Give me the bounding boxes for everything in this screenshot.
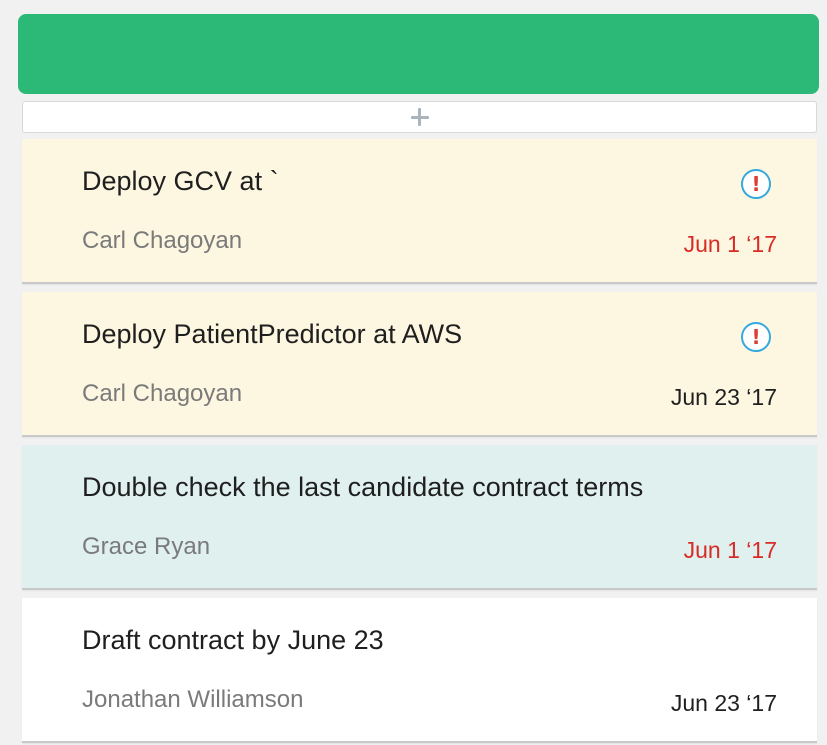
- task-card[interactable]: Deploy PatientPredictor at AWS ! Carl Ch…: [22, 292, 817, 437]
- task-due-date: Jun 1 ‘17: [683, 231, 777, 257]
- task-title: Deploy GCV at `: [82, 166, 279, 196]
- task-assignee: Carl Chagoyan: [82, 227, 243, 254]
- task-due-date: Jun 23 ‘17: [670, 384, 777, 410]
- task-title: Deploy PatientPredictor at AWS: [82, 319, 463, 349]
- add-task-button[interactable]: [22, 101, 817, 133]
- alert-icon: !: [741, 322, 771, 352]
- task-title: Draft contract by June 23: [82, 625, 384, 655]
- plus-icon: [410, 108, 429, 126]
- task-due-date: Jun 23 ‘17: [670, 690, 777, 716]
- task-assignee: Grace Ryan: [82, 533, 211, 560]
- task-due-date: Jun 1 ‘17: [683, 537, 777, 563]
- alert-icon: !: [741, 169, 771, 199]
- task-column: Deploy GCV at ` ! Carl Chagoyan Jun 1 ‘1…: [18, 14, 819, 743]
- column-header-bar: [18, 14, 819, 94]
- task-title: Double check the last candidate contract…: [82, 472, 644, 502]
- task-card[interactable]: Double check the last candidate contract…: [22, 445, 817, 590]
- task-card[interactable]: Deploy GCV at ` ! Carl Chagoyan Jun 1 ‘1…: [22, 139, 817, 284]
- task-assignee: Carl Chagoyan: [82, 380, 243, 407]
- task-assignee: Jonathan Williamson: [82, 686, 304, 713]
- task-card[interactable]: Draft contract by June 23 Jonathan Willi…: [22, 598, 817, 743]
